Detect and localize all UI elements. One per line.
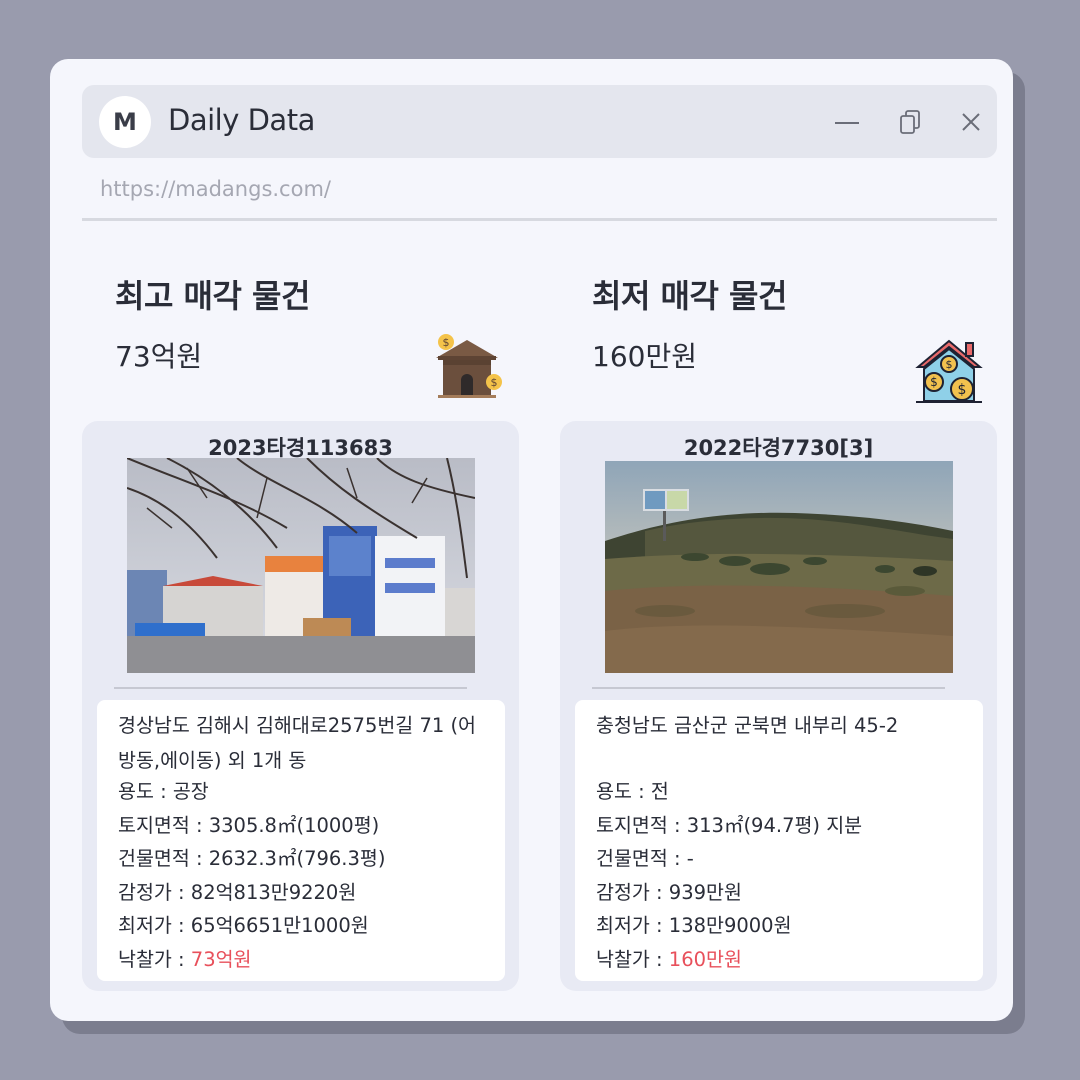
property-winning-bid: 낙찰가 : 160만원 (596, 943, 963, 977)
property-appraisal: 감정가 : 82억813만9220원 (118, 880, 357, 904)
url-text[interactable]: https://madangs.com/ (100, 177, 331, 201)
lowest-header: 최저 매각 물건 160만원 (592, 271, 787, 375)
property-building-area: 건물면적 : 2632.3㎡(796.3평) (118, 847, 386, 870)
svg-text:$: $ (443, 336, 450, 349)
property-land-area: 토지면적 : 313㎡(94.7평) 지분 (596, 813, 863, 837)
copy-icon[interactable] (896, 107, 926, 137)
header-divider (82, 218, 997, 221)
winning-bid-label: 낙찰가 : (118, 947, 191, 971)
property-land-area: 토지면적 : 3305.8㎡(1000평) (118, 813, 380, 837)
factory-photo[interactable] (127, 458, 475, 673)
title-bar: M Daily Data (82, 85, 997, 158)
property-minimum: 최저가 : 65억6651만1000원 (118, 914, 369, 937)
property-address: 경상남도 김해시 김해대로2575번길 71 (어방동,에이동) 외 1개 동 (118, 714, 477, 772)
property-appraisal: 감정가 : 939만원 (596, 880, 742, 904)
case-number: 2022타경7730[3] (683, 436, 874, 460)
highest-amount: 73억원 (115, 340, 203, 373)
lowest-property-card[interactable]: 2022타경7730[3] 충청남도 금산군 군북면 내부리 45-2 용도:… (560, 421, 997, 991)
svg-text:$: $ (930, 375, 938, 389)
lowest-title: 최저 매각 물건 (592, 277, 787, 315)
property-building-area: 건물면적 : - (596, 847, 694, 870)
minimize-icon[interactable] (832, 107, 862, 137)
highest-header: 최고 매각 물건 73억원 (115, 271, 310, 375)
card-divider (114, 687, 467, 689)
house-money-icon: $ $ (432, 332, 502, 402)
close-icon[interactable] (956, 107, 986, 137)
house-coins-icon: $ $ $ (914, 335, 984, 405)
card-divider (592, 687, 945, 689)
property-usage: 용도 : 전 (596, 780, 669, 803)
lowest-amount: 160만원 (592, 340, 697, 373)
highest-title: 최고 매각 물건 (115, 277, 310, 315)
property-usage: 용도 : 공장 (118, 780, 209, 803)
svg-text:$: $ (491, 376, 498, 389)
app-title: Daily Data (168, 103, 315, 137)
app-window: M Daily Data https://madangs.com/ 최고 매각 … (50, 59, 1013, 1021)
property-info: 경상남도 김해시 김해대로2575번길 71 (어방동,에이동) 외 1개 동 … (97, 700, 505, 981)
field-photo[interactable] (605, 461, 953, 673)
property-address: 충청남도 금산군 군북면 내부리 45-2 (596, 714, 899, 737)
property-winning-bid: 낙찰가 : 73억원 (118, 943, 485, 977)
winning-bid-value: 73억원 (190, 947, 252, 971)
svg-text:$: $ (946, 358, 953, 371)
property-info: 충청남도 금산군 군북면 내부리 45-2 용도 : 전 토지면적 : 313㎡… (575, 700, 983, 981)
winning-bid-label: 낙찰가 : (596, 947, 669, 971)
winning-bid-value: 160만원 (668, 947, 742, 971)
highest-property-card[interactable]: 2023타경113683 경상남도 김해시 김해대로2575번길 71 (어방동… (82, 421, 519, 991)
property-minimum: 최저가 : 138만9000원 (596, 914, 792, 937)
svg-text:$: $ (958, 382, 967, 398)
app-logo: M (99, 96, 151, 148)
